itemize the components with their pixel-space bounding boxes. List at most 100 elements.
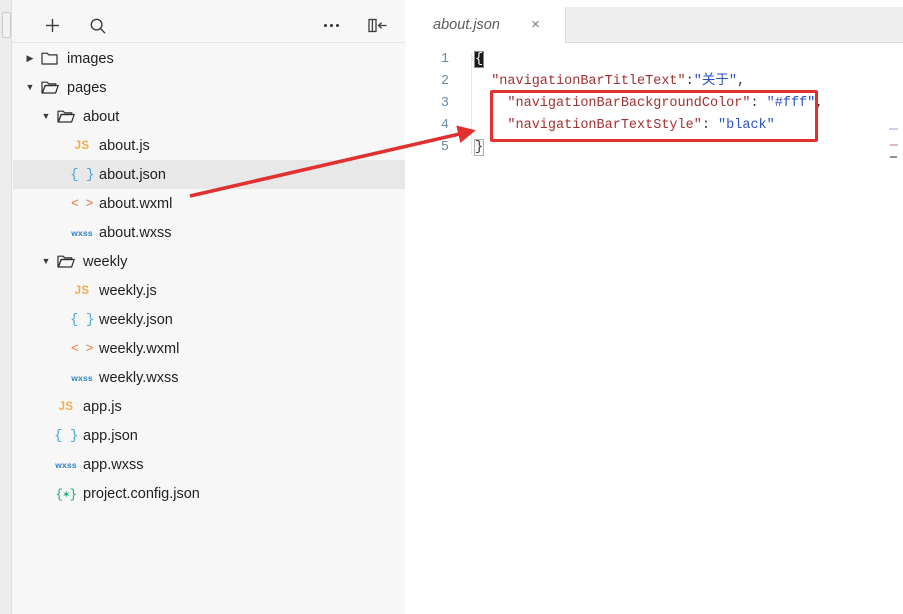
tree-item-label: weekly.wxml (99, 340, 180, 357)
tree-item-about-wxml[interactable]: ▶< >about.wxml (13, 189, 405, 218)
line-number-gutter: 1 2 3 4 5 (405, 49, 457, 159)
wxml-file-icon: < > (69, 341, 95, 356)
chevron-right-icon[interactable]: ▶ (23, 54, 37, 63)
json-colon: : (685, 74, 694, 89)
tree-item-label: weekly.js (99, 282, 157, 299)
js-file-icon-glyph: JS (74, 284, 90, 297)
search-button[interactable] (85, 13, 111, 38)
wxml-file-icon-glyph: < > (71, 341, 93, 356)
code-minimap[interactable] (889, 122, 899, 192)
line-number: 2 (440, 74, 449, 89)
add-file-button[interactable] (39, 13, 65, 38)
tree-item-weekly-json[interactable]: ▶{ }weekly.json (13, 305, 405, 334)
chevron-down-icon[interactable]: ▼ (39, 257, 53, 266)
json-file-icon-glyph: { } (70, 166, 94, 183)
folder-open-icon (37, 80, 63, 95)
tree-item-label: weekly.json (99, 311, 173, 328)
tree-item-label: about (83, 108, 120, 125)
folder-closed-icon (37, 51, 63, 66)
code-line-1: { (473, 49, 903, 71)
json-key: "navigationBarTitleText" (491, 74, 686, 89)
chevron-down-icon[interactable]: ▼ (39, 112, 53, 121)
tree-item-about-wxss[interactable]: ▶wxssabout.wxss (13, 218, 405, 247)
editor-tab-about-json[interactable]: about.json × (405, 7, 566, 43)
activity-bar (0, 0, 12, 614)
tree-item-about[interactable]: ▼ about (13, 102, 405, 131)
editor-pane: about.json × 1 2 3 4 5 { "navigationBarT… (405, 0, 903, 614)
json-key: "navigationBarTextStyle" (507, 118, 702, 133)
js-file-icon: JS (69, 140, 95, 152)
collapse-sidebar-button[interactable] (365, 13, 391, 38)
tree-item-app-js[interactable]: ▶JSapp.js (13, 392, 405, 421)
wxss-file-icon: wxss (53, 460, 79, 470)
open-brace: { (473, 51, 485, 68)
js-file-icon-glyph: JS (74, 139, 90, 152)
json-colon: : (750, 96, 767, 111)
search-icon (90, 18, 106, 34)
explorer-toolbar (12, 7, 405, 43)
code-line-5: } (473, 137, 903, 159)
code-line-4: "navigationBarTextStyle": "black" (475, 115, 903, 137)
tree-item-label: app.json (83, 427, 138, 444)
code-editor[interactable]: 1 2 3 4 5 { "navigationBarTitleText":"关于… (405, 44, 903, 614)
more-options-button[interactable] (319, 13, 345, 38)
tree-item-app-json[interactable]: ▶{ }app.json (13, 421, 405, 450)
folder-open-icon (53, 254, 79, 269)
close-icon[interactable]: × (528, 17, 543, 32)
code-content[interactable]: { "navigationBarTitleText":"关于", "naviga… (473, 49, 903, 159)
config-file-icon: {✶} (53, 486, 79, 502)
wxss-file-icon-glyph: wxss (71, 227, 93, 238)
json-file-icon: { } (53, 428, 79, 444)
wxss-file-icon: wxss (69, 228, 95, 238)
tree-item-weekly-wxml[interactable]: ▶< >weekly.wxml (13, 334, 405, 363)
js-file-icon: JS (69, 285, 95, 297)
tree-item-images[interactable]: ▶ images (13, 44, 405, 73)
close-brace: } (473, 139, 485, 156)
line-number: 5 (440, 140, 449, 155)
tree-item-label: images (67, 50, 114, 67)
config-file-icon-glyph: {✶} (55, 487, 77, 502)
tree-item-weekly[interactable]: ▼ weekly (13, 247, 405, 276)
collapse-panel-icon (368, 18, 387, 33)
json-key: "navigationBarBackgroundColor" (507, 96, 751, 111)
tree-item-label: about.wxss (99, 224, 172, 241)
tree-item-project-config-json[interactable]: ▶{✶}project.config.json (13, 479, 405, 508)
tree-item-label: app.js (83, 398, 122, 415)
json-file-icon: { } (69, 312, 95, 328)
line-number: 4 (440, 118, 449, 133)
line-number: 1 (440, 52, 449, 67)
wxml-file-icon: < > (69, 196, 95, 211)
file-explorer-sidebar: ▶images▼pages▼about▶JSabout.js▶{ }about.… (0, 0, 405, 614)
json-file-icon-glyph: { } (70, 311, 94, 328)
tree-item-label: weekly (83, 253, 128, 270)
devtools-window: ▶images▼pages▼about▶JSabout.js▶{ }about.… (0, 0, 903, 614)
code-line-3: "navigationBarBackgroundColor": "#fff", (475, 93, 903, 115)
chevron-down-icon[interactable]: ▼ (23, 83, 37, 92)
json-comma: , (736, 74, 746, 89)
json-value: "关于" (693, 74, 737, 89)
activity-bar-handle[interactable] (2, 12, 11, 38)
tree-item-weekly-js[interactable]: ▶JSweekly.js (13, 276, 405, 305)
tree-item-weekly-wxss[interactable]: ▶wxssweekly.wxss (13, 363, 405, 392)
wxss-file-icon-glyph: wxss (55, 459, 77, 470)
tree-item-label: about.json (99, 166, 166, 183)
tree-item-label: weekly.wxss (99, 369, 179, 386)
file-tree[interactable]: ▶images▼pages▼about▶JSabout.js▶{ }about.… (13, 44, 405, 614)
editor-tab-label: about.json (433, 17, 500, 33)
tree-item-label: about.js (99, 137, 150, 154)
tree-item-about-json[interactable]: ▶{ }about.json (13, 160, 405, 189)
tree-item-about-js[interactable]: ▶JSabout.js (13, 131, 405, 160)
folder-open-icon (53, 109, 79, 124)
tree-item-pages[interactable]: ▼ pages (13, 73, 405, 102)
wxml-file-icon-glyph: < > (71, 196, 93, 211)
tree-item-app-wxss[interactable]: ▶wxssapp.wxss (13, 450, 405, 479)
json-colon: : (701, 118, 719, 133)
tree-item-label: app.wxss (83, 456, 144, 473)
js-file-icon-glyph: JS (58, 400, 74, 413)
tree-item-label: pages (67, 79, 107, 96)
more-horizontal-icon (324, 24, 340, 27)
wxss-file-icon: wxss (69, 373, 95, 383)
tree-item-label: project.config.json (83, 485, 200, 502)
